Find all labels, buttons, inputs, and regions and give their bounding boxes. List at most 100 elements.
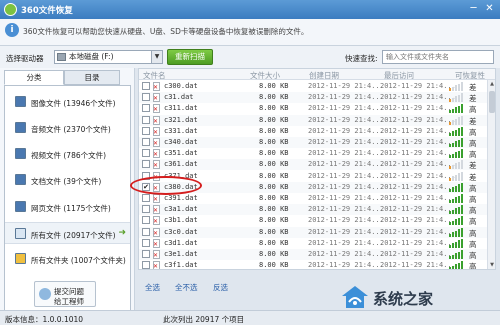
- table-row[interactable]: c3b1.dat 8.00 KB 2012-11-29 21:4...2012-11…: [139, 215, 487, 226]
- deleted-file-icon: [153, 126, 160, 136]
- info-bar: i 360文件恢复可以帮助您快速从硬盘、U盘、SD卡等硬盘设备中恢复被误删除的文…: [0, 19, 500, 46]
- row-checkbox[interactable]: [142, 82, 150, 90]
- table-row[interactable]: c361.dat 8.00 KB 2012-11-29 21:4...2012-11…: [139, 159, 487, 171]
- scroll-down-icon[interactable]: ▼: [488, 261, 495, 269]
- invert-selection-link[interactable]: 反选: [213, 282, 228, 293]
- recoverability-bars: [449, 171, 465, 181]
- row-checkbox[interactable]: [142, 93, 150, 102]
- table-row[interactable]: c300.dat 8.00 KB 2012-11-29 21:4...2012-11…: [139, 81, 487, 92]
- row-checkbox[interactable]: [142, 115, 150, 124]
- signal-bar: [455, 96, 457, 103]
- category-item[interactable]: 所有文件 (20917个文件) ➜: [5, 222, 130, 244]
- chevron-down-icon[interactable]: ▼: [151, 51, 162, 63]
- category-item[interactable]: 音频文件 (2370个文件): [5, 117, 130, 139]
- signal-bar: [455, 230, 457, 237]
- signal-bar: [461, 149, 463, 159]
- row-checkbox[interactable]: [142, 194, 150, 202]
- row-checkbox[interactable]: [142, 216, 150, 225]
- search-input[interactable]: [382, 50, 494, 64]
- category-item[interactable]: 所有文件夹 (1007个文件夹): [5, 248, 130, 270]
- signal-bar: [461, 138, 463, 147]
- recoverability-bars: [449, 182, 465, 192]
- signal-bar: [461, 182, 463, 192]
- highlight-ellipse: [130, 176, 202, 195]
- info-text: 360文件恢复可以帮助您快速从硬盘、U盘、SD卡等硬盘设备中恢复被误删除的文件。: [23, 27, 309, 36]
- deleted-file-icon: [153, 138, 160, 147]
- table-row[interactable]: c31.dat 8.00 KB 2012-11-29 21:4...2012-11-…: [139, 92, 487, 104]
- deleted-file-icon: [153, 93, 160, 103]
- signal-bar: [452, 265, 454, 269]
- table-row[interactable]: c351.dat 8.00 KB 2012-11-29 21:4...2012-11…: [139, 148, 487, 159]
- close-button[interactable]: ✕: [482, 2, 497, 16]
- feedback-label-line2: 给工程师: [54, 297, 84, 306]
- signal-bar: [461, 227, 463, 237]
- header-created[interactable]: 创建日期: [309, 70, 339, 81]
- table-row[interactable]: c3e1.dat 8.00 KB 2012-11-29 21:4...2012-11…: [139, 249, 487, 260]
- signal-bar: [461, 171, 463, 181]
- category-item[interactable]: 图像文件 (13946个文件): [5, 91, 130, 113]
- drive-select[interactable]: 本地磁盘 (F:) ▼: [54, 50, 163, 64]
- table-row[interactable]: c321.dat 8.00 KB 2012-11-29 21:4...2012-11…: [139, 114, 487, 126]
- row-checkbox[interactable]: [142, 238, 150, 247]
- tab-category[interactable]: 分类: [4, 70, 64, 85]
- row-checkbox[interactable]: [142, 138, 150, 146]
- file-name: c3b1.dat: [164, 216, 198, 225]
- table-row[interactable]: c340.dat 8.00 KB 2012-11-29 21:4...2012-11…: [139, 137, 487, 148]
- scroll-thumb[interactable]: [489, 91, 495, 113]
- title-bar: 360文件恢复 ─ ✕: [0, 0, 500, 19]
- accessed-date: 2012-11-29 21:4...: [380, 82, 456, 90]
- table-row[interactable]: c391.dat 8.00 KB 2012-11-29 21:4...2012-11…: [139, 193, 487, 204]
- selection-bar: 全选 全不选 反选: [138, 278, 338, 292]
- table-row[interactable]: c331.dat 8.00 KB 2012-11-29 21:4...2012-11…: [139, 126, 487, 137]
- table-row[interactable]: c3c0.dat 8.00 KB 2012-11-29 21:4...2012-11…: [139, 226, 487, 238]
- accessed-date: 2012-11-29 21:4...: [380, 182, 456, 191]
- rescan-button[interactable]: 重新扫描: [167, 49, 213, 65]
- file-size: 8.00 KB: [259, 238, 289, 247]
- signal-bar: [458, 217, 460, 226]
- table-row[interactable]: c3f1.dat 8.00 KB 2012-11-29 21:4...2012-11…: [139, 260, 487, 270]
- header-accessed[interactable]: 最后访问: [384, 70, 414, 81]
- signal-bar: [461, 216, 463, 226]
- tab-directory[interactable]: 目录: [64, 70, 120, 85]
- header-filesize[interactable]: 文件大小: [250, 70, 280, 81]
- category-item[interactable]: 网页文件 (1175个文件): [5, 196, 130, 218]
- category-item[interactable]: 视频文件 (786个文件): [5, 143, 130, 165]
- signal-bar: [461, 194, 463, 203]
- feedback-button[interactable]: 提交问题 给工程师: [34, 281, 96, 307]
- arrow-right-icon: ➜: [118, 228, 126, 238]
- select-none-link[interactable]: 全不选: [175, 282, 198, 293]
- row-checkbox[interactable]: [142, 149, 150, 158]
- scroll-up-icon[interactable]: ▲: [488, 80, 495, 89]
- signal-bar: [458, 206, 460, 215]
- created-date: 2012-11-29 21:4...: [308, 261, 384, 270]
- row-checkbox[interactable]: [142, 261, 150, 269]
- row-checkbox[interactable]: [142, 205, 150, 214]
- app-logo-icon: [4, 3, 17, 16]
- select-all-link[interactable]: 全选: [145, 282, 160, 293]
- signal-bar: [452, 142, 454, 147]
- signal-bar: [461, 82, 463, 91]
- file-size: 8.00 KB: [259, 250, 289, 258]
- table-row[interactable]: c3a1.dat 8.00 KB 2012-11-29 21:4...2012-11…: [139, 204, 487, 216]
- signal-bar: [461, 250, 463, 259]
- signal-bar: [458, 83, 460, 91]
- header-filename[interactable]: 文件名: [143, 70, 166, 81]
- accessed-date: 2012-11-29 21:4...: [380, 104, 456, 113]
- table-row[interactable]: c311.dat 8.00 KB 2012-11-29 21:4...2012-11…: [139, 103, 487, 114]
- vertical-scrollbar[interactable]: ▲ ▼: [487, 80, 495, 269]
- minimize-button[interactable]: ─: [466, 2, 481, 16]
- category-item[interactable]: 文档文件 (39个文件): [5, 169, 130, 191]
- table-row[interactable]: c3d1.dat 8.00 KB 2012-11-29 21:4...2012-11…: [139, 238, 487, 249]
- row-checkbox[interactable]: [142, 160, 150, 169]
- row-checkbox[interactable]: [142, 250, 150, 258]
- watermark-text: 系统之家: [373, 290, 434, 308]
- created-date: 2012-11-29 21:4...: [308, 82, 384, 90]
- signal-bar: [452, 209, 454, 215]
- row-checkbox[interactable]: [142, 227, 150, 236]
- row-checkbox[interactable]: [142, 104, 150, 113]
- row-checkbox[interactable]: [142, 126, 150, 135]
- engineer-icon: [39, 288, 51, 300]
- signal-bar: [452, 86, 454, 91]
- header-recoverability[interactable]: 可恢复性: [455, 70, 485, 81]
- recoverability-bars: [449, 238, 465, 248]
